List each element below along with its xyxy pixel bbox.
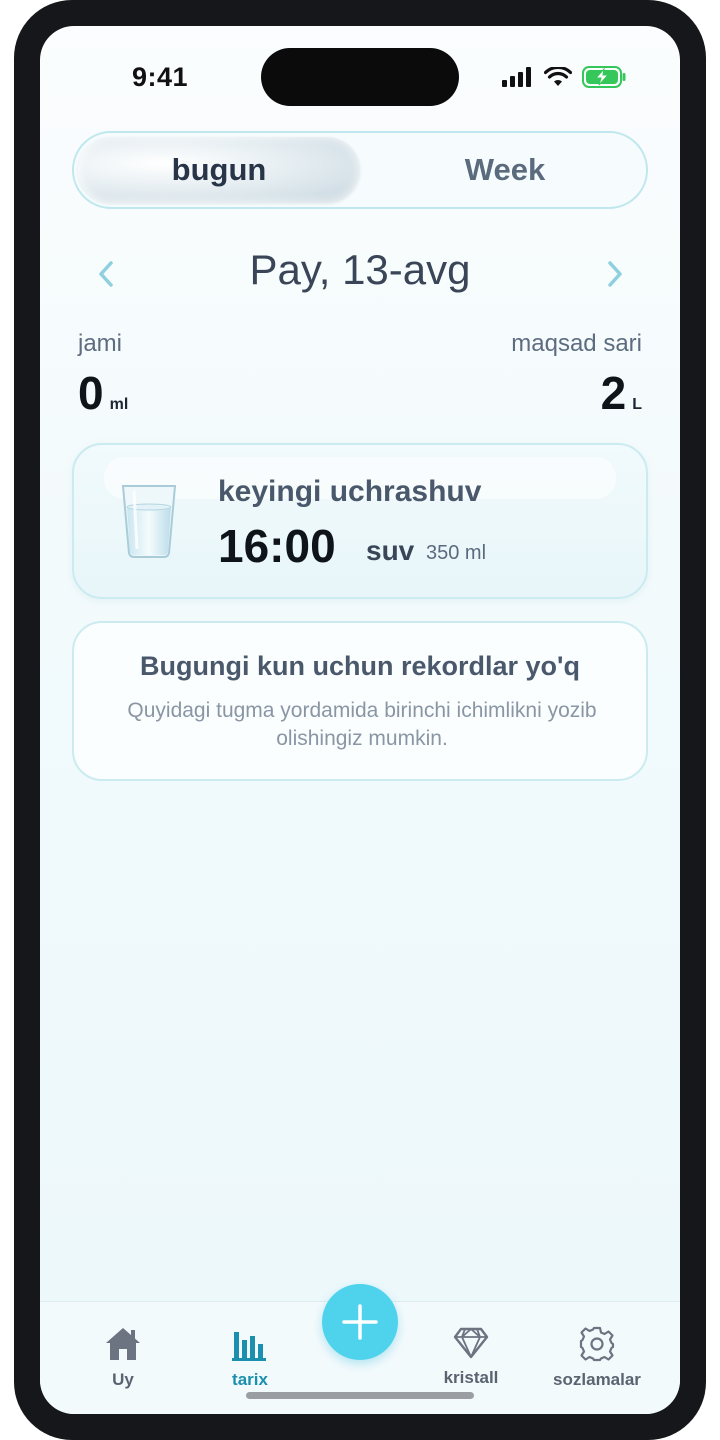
prev-day-button[interactable]	[86, 254, 126, 294]
tab-history[interactable]: tarix	[190, 1326, 310, 1390]
battery-charging-icon	[582, 66, 626, 88]
next-reminder-label: keyingi uchrashuv	[218, 475, 482, 508]
add-drink-button[interactable]	[322, 1284, 398, 1360]
next-reminder-time: 16:00	[218, 520, 336, 572]
date-title: Pay, 13-avg	[249, 246, 471, 293]
total-label: jami	[78, 330, 123, 357]
next-reminder-amount: 350 ml	[426, 542, 487, 564]
next-reminder-card[interactable]: keyingi uchrashuv 16:00 suv 350 ml	[72, 443, 648, 599]
tab-settings-label: sozlamalar	[553, 1370, 641, 1389]
period-segmented-control: bugun Week	[72, 131, 648, 209]
chevron-left-icon	[99, 261, 113, 287]
water-glass-icon	[121, 485, 177, 558]
next-reminder-drink: suv	[366, 535, 415, 566]
status-time: 9:41	[132, 62, 189, 92]
goal-value-row: 2L	[601, 366, 642, 420]
plus-icon	[342, 1304, 378, 1340]
diamond-icon	[453, 1327, 489, 1359]
total-unit: ml	[109, 396, 129, 413]
goal-label: maqsad sari	[511, 330, 642, 357]
app-screen: 9:41 bugun Week Pay, 13-avg jami 0 ml ma…	[40, 26, 680, 1414]
segment-today[interactable]: bugun	[78, 137, 360, 203]
wifi-icon	[544, 67, 572, 86]
dynamic-island	[261, 48, 459, 106]
tab-crystal[interactable]: kristall	[411, 1326, 531, 1388]
total-value: 0	[78, 367, 104, 419]
total-value-row: 0 ml	[78, 366, 128, 420]
empty-records-card: Bugungi kun uchun rekordlar yo'q Quyidag…	[72, 621, 648, 781]
segment-week[interactable]: Week	[364, 137, 646, 203]
empty-records-subtitle: Quyidagi tugma yordamida birinchi ichiml…	[127, 699, 597, 750]
home-indicator	[246, 1392, 474, 1399]
tab-history-label: tarix	[232, 1370, 268, 1389]
tab-settings[interactable]: sozlamalar	[537, 1326, 657, 1390]
goal-unit: L	[632, 396, 642, 413]
gear-icon	[579, 1326, 615, 1362]
tab-home[interactable]: Uy	[63, 1326, 183, 1390]
bar-chart-icon	[232, 1332, 266, 1361]
next-day-button[interactable]	[595, 254, 635, 294]
empty-records-title: Bugungi kun uchun rekordlar yo'q	[140, 651, 580, 681]
tab-crystal-label: kristall	[443, 1368, 499, 1387]
tab-home-label: Uy	[112, 1370, 134, 1389]
home-icon	[106, 1328, 140, 1360]
signal-icon	[502, 67, 531, 87]
goal-value: 2	[600, 367, 627, 419]
status-icons	[502, 66, 626, 88]
chevron-right-icon	[608, 261, 622, 287]
